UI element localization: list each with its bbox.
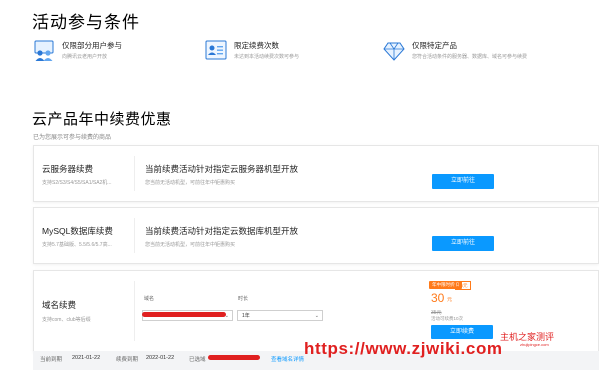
go-now-button[interactable]: 立即前往 xyxy=(432,174,494,189)
product-note: 您当前无活动机型，可前往年中钜惠购买 xyxy=(145,242,236,248)
chevron-down-icon: ⌄ xyxy=(314,313,319,319)
duration-select-value: 1年 xyxy=(242,313,250,319)
card-divider xyxy=(134,218,135,253)
product-note: 您当前无活动机型，可前往年中钜惠购买 xyxy=(145,180,236,186)
product-spec: 支持com、club等后缀 xyxy=(42,317,91,323)
condition-title: 仅限特定产品 xyxy=(412,41,457,50)
product-name: 域名续费 xyxy=(42,300,77,310)
domain-label: 域名 xyxy=(144,296,155,302)
product-spec: 支持S2/S3/S4/S5/SA1/SA2机... xyxy=(42,180,112,186)
product-headline: 当前续费活动针对指定云数据库机型开放 xyxy=(145,226,299,236)
condition-item-products: 仅限特定产品 您符合活动条件的服务器、数据库、域名可参与续费 xyxy=(383,40,598,70)
users-icon xyxy=(33,40,55,62)
product-spec: 支持5.7基础版、5.5/5.6/5.7高... xyxy=(42,242,112,248)
condition-desc: 未达到本活动续费次数可参与 xyxy=(234,54,300,60)
product-headline: 当前续费活动针对指定云服务器机型开放 xyxy=(145,164,299,174)
condition-title: 仅限部分用户参与 xyxy=(62,41,122,50)
product-name: 云服务器续费 xyxy=(42,164,94,174)
price-unit: 元 xyxy=(447,297,453,303)
domain-details-link[interactable]: 查看域名详情 xyxy=(271,355,304,363)
watermark-url: https://www.zjwiki.com xyxy=(304,339,503,358)
renewed-expiry-label: 续费到期 xyxy=(116,357,139,363)
price-value: 30 xyxy=(431,291,445,305)
condition-title: 限定续费次数 xyxy=(234,41,279,50)
selected-domain-label: 已选域 xyxy=(189,357,206,363)
condition-item-renew-count: 限定续费次数 未达到本活动续费次数可参与 xyxy=(205,40,375,70)
watermark-cn-sub: zhujipingce.com xyxy=(520,342,549,347)
renewed-expiry-value: 2022-01-22 xyxy=(146,355,175,361)
condition-desc: 向腾讯云老用户开放 xyxy=(62,54,108,60)
go-now-button[interactable]: 立即前往 xyxy=(432,236,494,251)
renewal-title: 云产品年中续费优惠 xyxy=(32,111,172,128)
discount-amount-badge: 25元 xyxy=(455,281,471,290)
duration-label: 时长 xyxy=(238,296,249,302)
duration-select[interactable]: 1年 ⌄ xyxy=(237,310,323,321)
product-card-cvm: 云服务器续费 支持S2/S3/S4/S5/SA1/SA2机... 当前续费活动针… xyxy=(33,145,599,202)
card-divider xyxy=(134,281,135,341)
condition-desc: 您符合活动条件的服务器、数据库、域名可参与续费 xyxy=(412,54,528,60)
card-divider xyxy=(134,156,135,191)
redaction-mark xyxy=(142,312,226,317)
renew-now-button[interactable]: 立即续费 xyxy=(431,325,493,339)
conditions-title: 活动参与条件 xyxy=(32,13,140,32)
product-name: MySQL数据库续费 xyxy=(42,226,113,236)
renew-limit-note: 活动可续费10次 xyxy=(431,316,464,321)
redaction-mark xyxy=(208,355,260,360)
diamond-icon xyxy=(383,40,405,62)
renewal-subtitle: 已为您展示可参与续费的商品 xyxy=(33,135,112,141)
product-card-mysql: MySQL数据库续费 支持5.7基础版、5.5/5.6/5.7高... 当前续费… xyxy=(33,207,599,264)
current-expiry-label: 当前到期 xyxy=(40,357,63,363)
condition-item-users: 仅限部分用户参与 向腾讯云老用户开放 xyxy=(33,40,183,70)
current-expiry-value: 2021-01-22 xyxy=(72,355,101,361)
original-price: 35元 xyxy=(431,310,442,316)
renew-count-icon xyxy=(205,40,227,62)
